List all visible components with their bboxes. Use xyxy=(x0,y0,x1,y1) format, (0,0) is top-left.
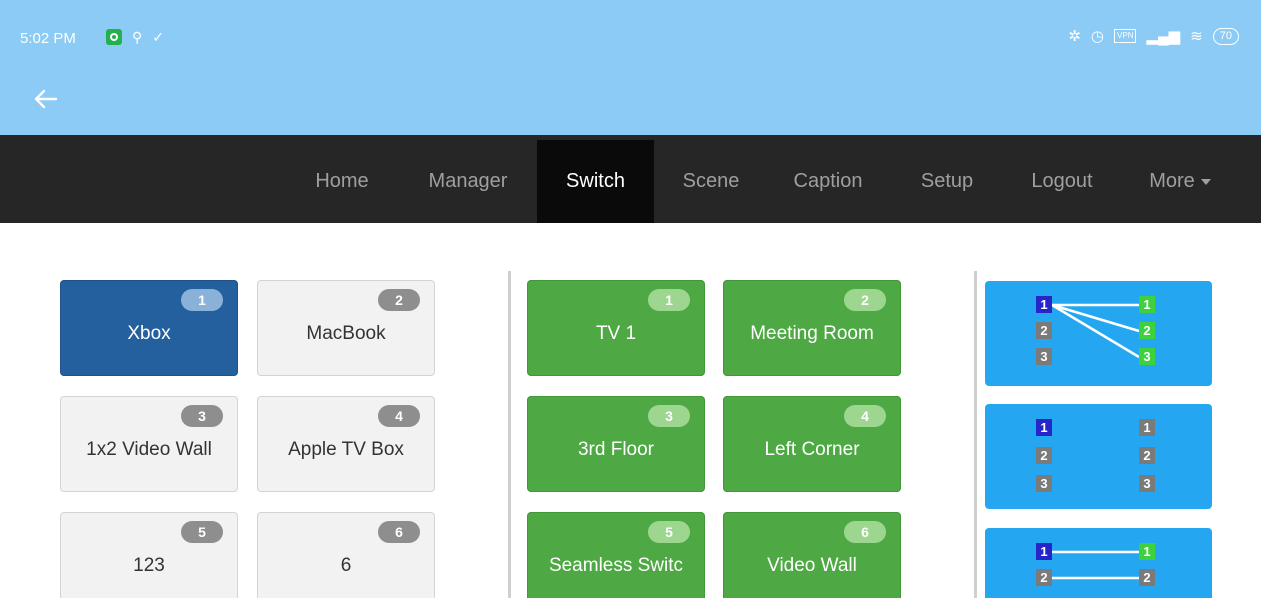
display-number-badge: 1 xyxy=(648,289,690,311)
routing-diagram: 1 2 3 1 2 3 xyxy=(1036,296,1155,365)
switch-panel: 1 Xbox 2 MacBook 3 1x2 Video Wall 4 Appl… xyxy=(0,223,1261,598)
location-icon: ⚲ xyxy=(132,29,143,45)
display-tile-2[interactable]: 2 Meeting Room xyxy=(723,280,901,376)
input-label: 1 xyxy=(1040,297,1047,312)
nav-item-setup[interactable]: Setup xyxy=(907,135,987,223)
nav-item-home[interactable]: Home xyxy=(298,135,386,223)
app-window: 5:02 PM ⚲ ✓ ✲ ◷ VPN ▂▄▆ ≋ 70 Home Manage… xyxy=(0,0,1261,598)
nav-bar: Home Manager Switch Scene Caption Setup … xyxy=(0,135,1261,223)
vpn-icon: VPN xyxy=(1114,29,1137,43)
source-tile-5[interactable]: 5 123 xyxy=(60,512,238,598)
display-label: Meeting Room xyxy=(750,323,874,344)
nav-item-logout[interactable]: Logout xyxy=(1017,135,1107,223)
nav-item-switch[interactable]: Switch xyxy=(537,140,654,223)
back-arrow-icon[interactable] xyxy=(30,84,60,114)
source-label: MacBook xyxy=(306,323,386,344)
display-tile-1[interactable]: 1 TV 1 xyxy=(527,280,705,376)
nav-more-label: More xyxy=(1149,170,1195,192)
display-label: Video Wall xyxy=(767,555,857,576)
nav-item-scene[interactable]: Scene xyxy=(668,135,754,223)
display-number-badge: 4 xyxy=(844,405,886,427)
source-label: 6 xyxy=(340,555,352,576)
routing-diagram: 1 2 1 2 xyxy=(1036,543,1155,586)
output-label: 2 xyxy=(1143,570,1150,585)
nav-item-more[interactable]: More xyxy=(1132,135,1228,223)
app-bar: 5:02 PM ⚲ ✓ ✲ ◷ VPN ▂▄▆ ≋ 70 xyxy=(0,0,1261,135)
nav-item-caption[interactable]: Caption xyxy=(778,135,878,223)
signal-icon: ▂▄▆ xyxy=(1146,28,1181,45)
display-number-badge: 6 xyxy=(844,521,886,543)
output-label: 2 xyxy=(1143,323,1150,338)
chevron-down-icon xyxy=(1200,178,1211,185)
status-right-icons: ✲ ◷ VPN ▂▄▆ ≋ 70 xyxy=(1068,27,1239,45)
output-label: 3 xyxy=(1143,476,1150,491)
input-label: 1 xyxy=(1040,420,1047,435)
output-label: 1 xyxy=(1143,297,1150,312)
app-icon xyxy=(106,29,122,45)
source-label: 1x2 Video Wall xyxy=(86,439,212,460)
nav-item-manager[interactable]: Manager xyxy=(414,135,522,223)
display-number-badge: 2 xyxy=(844,289,886,311)
source-number-badge: 2 xyxy=(378,289,420,311)
check-icon: ✓ xyxy=(152,29,164,45)
column-divider xyxy=(974,271,977,598)
battery-icon: 70 xyxy=(1212,27,1239,45)
display-number-badge: 3 xyxy=(648,405,690,427)
source-label: Apple TV Box xyxy=(288,439,404,460)
alarm-icon: ◷ xyxy=(1090,28,1105,45)
source-label: 123 xyxy=(133,555,165,576)
input-label: 1 xyxy=(1040,544,1047,559)
scene-card-3[interactable]: 1 2 1 2 xyxy=(985,528,1212,598)
output-label: 3 xyxy=(1143,349,1150,364)
source-number-badge: 5 xyxy=(181,521,223,543)
input-label: 3 xyxy=(1040,476,1047,491)
scene-card-1[interactable]: 1 2 3 1 2 3 xyxy=(985,281,1212,386)
output-label: 2 xyxy=(1143,448,1150,463)
input-label: 2 xyxy=(1040,448,1047,463)
source-tile-1[interactable]: 1 Xbox xyxy=(60,280,238,376)
column-divider xyxy=(508,271,511,598)
scene-card-2[interactable]: 1 2 3 1 2 3 xyxy=(985,404,1212,509)
source-tile-3[interactable]: 3 1x2 Video Wall xyxy=(60,396,238,492)
input-label: 2 xyxy=(1040,323,1047,338)
display-tile-6[interactable]: 6 Video Wall xyxy=(723,512,901,598)
display-label: TV 1 xyxy=(595,323,637,344)
input-label: 3 xyxy=(1040,349,1047,364)
status-left-icons: ⚲ ✓ xyxy=(106,29,164,45)
display-label: Seamless Switc xyxy=(548,555,684,576)
source-tile-4[interactable]: 4 Apple TV Box xyxy=(257,396,435,492)
bluetooth-icon: ✲ xyxy=(1068,28,1081,45)
display-label: Left Corner xyxy=(764,439,860,460)
routing-diagram: 1 2 3 1 2 3 xyxy=(1036,419,1155,492)
source-number-badge: 1 xyxy=(181,289,223,311)
output-label: 1 xyxy=(1143,544,1150,559)
source-label: Xbox xyxy=(127,323,171,344)
source-number-badge: 6 xyxy=(378,521,420,543)
wifi-icon: ≋ xyxy=(1190,28,1203,45)
display-number-badge: 5 xyxy=(648,521,690,543)
display-tile-4[interactable]: 4 Left Corner xyxy=(723,396,901,492)
display-label: 3rd Floor xyxy=(577,439,655,460)
display-tile-3[interactable]: 3 3rd Floor xyxy=(527,396,705,492)
source-number-badge: 3 xyxy=(181,405,223,427)
output-label: 1 xyxy=(1143,420,1150,435)
status-time: 5:02 PM xyxy=(20,30,76,47)
display-tile-5[interactable]: 5 Seamless Switc xyxy=(527,512,705,598)
source-tile-2[interactable]: 2 MacBook xyxy=(257,280,435,376)
input-label: 2 xyxy=(1040,570,1047,585)
source-tile-6[interactable]: 6 6 xyxy=(257,512,435,598)
source-number-badge: 4 xyxy=(378,405,420,427)
